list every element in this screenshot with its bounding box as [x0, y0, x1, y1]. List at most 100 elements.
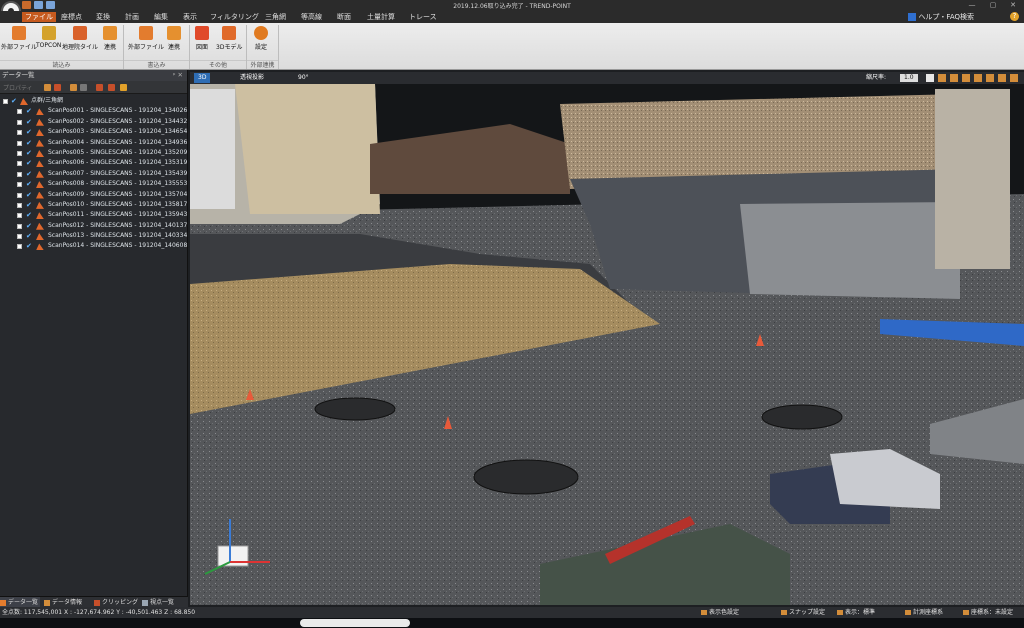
- expand-icon[interactable]: [17, 223, 22, 229]
- checkbox-icon[interactable]: ✔: [26, 129, 33, 136]
- scan-row[interactable]: ✔ ScanPos007 - SINGLESCANS - 191204_13543…: [0, 169, 187, 179]
- view-icon-2[interactable]: [938, 74, 946, 82]
- menu-file[interactable]: ファイル: [22, 12, 56, 22]
- menu-convert[interactable]: 変換: [93, 12, 113, 22]
- checkbox-icon[interactable]: ✔: [26, 201, 33, 209]
- expand-icon[interactable]: [17, 244, 22, 250]
- checkbox-icon[interactable]: ✔: [26, 160, 33, 167]
- scan-row[interactable]: ✔ ScanPos011 - SINGLESCANS - 191204_13594…: [0, 210, 187, 220]
- scan-row[interactable]: ✔ ScanPos006 - SINGLESCANS - 191204_13531…: [0, 158, 187, 168]
- display-mode-button[interactable]: 表示：標準: [836, 607, 875, 618]
- scan-row[interactable]: ✔ ScanPos002 - SINGLESCANS - 191204_13443…: [0, 117, 187, 127]
- checkbox-icon[interactable]: ✔: [26, 118, 33, 126]
- scan-row[interactable]: ✔ ScanPos001 - SINGLESCANS - 191204_13402…: [0, 106, 187, 116]
- tool-icon-1[interactable]: [44, 84, 51, 91]
- view-icon-7[interactable]: [998, 74, 1006, 82]
- menu-triangle-mesh[interactable]: 三角網: [262, 12, 289, 22]
- help-search[interactable]: ヘルプ・FAQ検索: [908, 12, 974, 22]
- expand-icon[interactable]: [17, 171, 22, 177]
- scan-row[interactable]: ✔ ScanPos010 - SINGLESCANS - 191204_13581…: [0, 200, 187, 210]
- menu-filtering[interactable]: フィルタリング: [207, 12, 262, 22]
- maximize-button[interactable]: ▢: [983, 0, 1003, 11]
- drawing-button[interactable]: 図面: [195, 26, 209, 51]
- checkbox-icon[interactable]: ✔: [26, 243, 33, 250]
- minimize-button[interactable]: —: [962, 0, 982, 11]
- import-link-button[interactable]: 連携: [103, 26, 117, 51]
- perspective-toggle[interactable]: 透視投影: [236, 73, 268, 83]
- menu-contour[interactable]: 等高線: [298, 12, 325, 22]
- panel-close-icon[interactable]: ᵖ ✕: [173, 70, 183, 81]
- cad-icon: [195, 26, 209, 40]
- properties-button[interactable]: プロパティ: [3, 83, 33, 92]
- expand-icon[interactable]: [17, 234, 22, 240]
- expand-icon[interactable]: [17, 130, 22, 136]
- expand-icon[interactable]: [17, 192, 22, 198]
- export-external-file-button[interactable]: 外部ファイル: [128, 26, 164, 51]
- expand-icon[interactable]: [17, 140, 22, 146]
- scale-input[interactable]: 1.0: [900, 74, 918, 82]
- scan-row[interactable]: ✔ ScanPos009 - SINGLESCANS - 191204_13570…: [0, 190, 187, 200]
- checkbox-icon[interactable]: ✔: [26, 181, 33, 188]
- checkbox-icon[interactable]: ✔: [26, 170, 33, 178]
- pen-icon[interactable]: [54, 84, 61, 91]
- checkbox-icon[interactable]: ✔: [26, 212, 33, 219]
- scan-row[interactable]: ✔ ScanPos005 - SINGLESCANS - 191204_13520…: [0, 148, 187, 158]
- tool-icon-5[interactable]: [96, 84, 103, 91]
- tool-icon-4[interactable]: [80, 84, 87, 91]
- coordinate-system-button[interactable]: 座標系：未設定: [962, 607, 1013, 618]
- checkbox-icon[interactable]: ✔: [11, 98, 18, 105]
- 3d-model-button[interactable]: 3Dモデル: [216, 26, 242, 51]
- menu-volume[interactable]: 土量計算: [364, 12, 398, 22]
- topcon-button[interactable]: TOPCON: [36, 26, 61, 49]
- import-external-file-button[interactable]: 外部ファイル: [1, 26, 37, 51]
- expand-icon[interactable]: [17, 202, 22, 208]
- tree-root-row[interactable]: ✔ 点群/三角網: [0, 96, 187, 106]
- color-settings-button[interactable]: 表示色設定: [700, 607, 739, 618]
- menu-section[interactable]: 断面: [334, 12, 354, 22]
- checkbox-icon[interactable]: ✔: [26, 191, 33, 199]
- view-icon-5[interactable]: [974, 74, 982, 82]
- menu-trace[interactable]: トレース: [406, 12, 440, 22]
- menu-plan[interactable]: 計画: [122, 12, 142, 22]
- expand-icon[interactable]: [17, 109, 22, 115]
- settings-button[interactable]: 設定: [254, 26, 268, 51]
- taskbar-search-box[interactable]: [300, 619, 410, 627]
- scan-row[interactable]: ✔ ScanPos014 - SINGLESCANS - 191204_14060…: [0, 241, 187, 251]
- measure-coordinate-button[interactable]: 計測座標系: [904, 607, 943, 618]
- scan-row[interactable]: ✔ ScanPos013 - SINGLESCANS - 191204_14033…: [0, 231, 187, 241]
- view-icon-3[interactable]: [950, 74, 958, 82]
- gsi-tile-button[interactable]: 地理院タイル: [62, 26, 98, 51]
- snap-settings-button[interactable]: スナップ設定: [780, 607, 825, 618]
- checkbox-icon[interactable]: ✔: [26, 108, 33, 115]
- tool-icon-7[interactable]: [120, 84, 127, 91]
- checkbox-icon[interactable]: ✔: [26, 233, 33, 240]
- view-icon-6[interactable]: [986, 74, 994, 82]
- tab-3d[interactable]: 3D: [194, 73, 211, 83]
- scan-row[interactable]: ✔ ScanPos004 - SINGLESCANS - 191204_13493…: [0, 138, 187, 148]
- menu-edit[interactable]: 編集: [151, 12, 171, 22]
- expand-icon[interactable]: [17, 119, 22, 125]
- checkbox-icon[interactable]: ✔: [26, 149, 33, 157]
- menu-coordinate[interactable]: 座標点: [58, 12, 85, 22]
- scan-row[interactable]: ✔ ScanPos008 - SINGLESCANS - 191204_13555…: [0, 179, 187, 189]
- scan-row[interactable]: ✔ ScanPos012 - SINGLESCANS - 191204_14013…: [0, 221, 187, 231]
- menu-view[interactable]: 表示: [180, 12, 200, 22]
- point-cloud-viewport[interactable]: [190, 84, 1024, 605]
- checkbox-icon[interactable]: ✔: [26, 222, 33, 230]
- view-icon-4[interactable]: [962, 74, 970, 82]
- expand-icon[interactable]: [17, 213, 22, 219]
- help-question-icon[interactable]: ?: [1010, 12, 1019, 21]
- home-view-icon[interactable]: [926, 74, 934, 82]
- expand-icon[interactable]: [17, 150, 22, 156]
- close-button[interactable]: ✕: [1003, 0, 1023, 11]
- tool-icon-6[interactable]: [108, 84, 115, 91]
- fov-toggle[interactable]: 90°: [294, 73, 313, 83]
- collapse-icon[interactable]: [3, 99, 8, 104]
- tool-icon-3[interactable]: [70, 84, 77, 91]
- expand-icon[interactable]: [17, 182, 22, 188]
- checkbox-icon[interactable]: ✔: [26, 139, 33, 147]
- scan-row[interactable]: ✔ ScanPos003 - SINGLESCANS - 191204_13465…: [0, 127, 187, 137]
- export-link-button[interactable]: 連携: [167, 26, 181, 51]
- view-icon-8[interactable]: [1010, 74, 1018, 82]
- expand-icon[interactable]: [17, 161, 22, 167]
